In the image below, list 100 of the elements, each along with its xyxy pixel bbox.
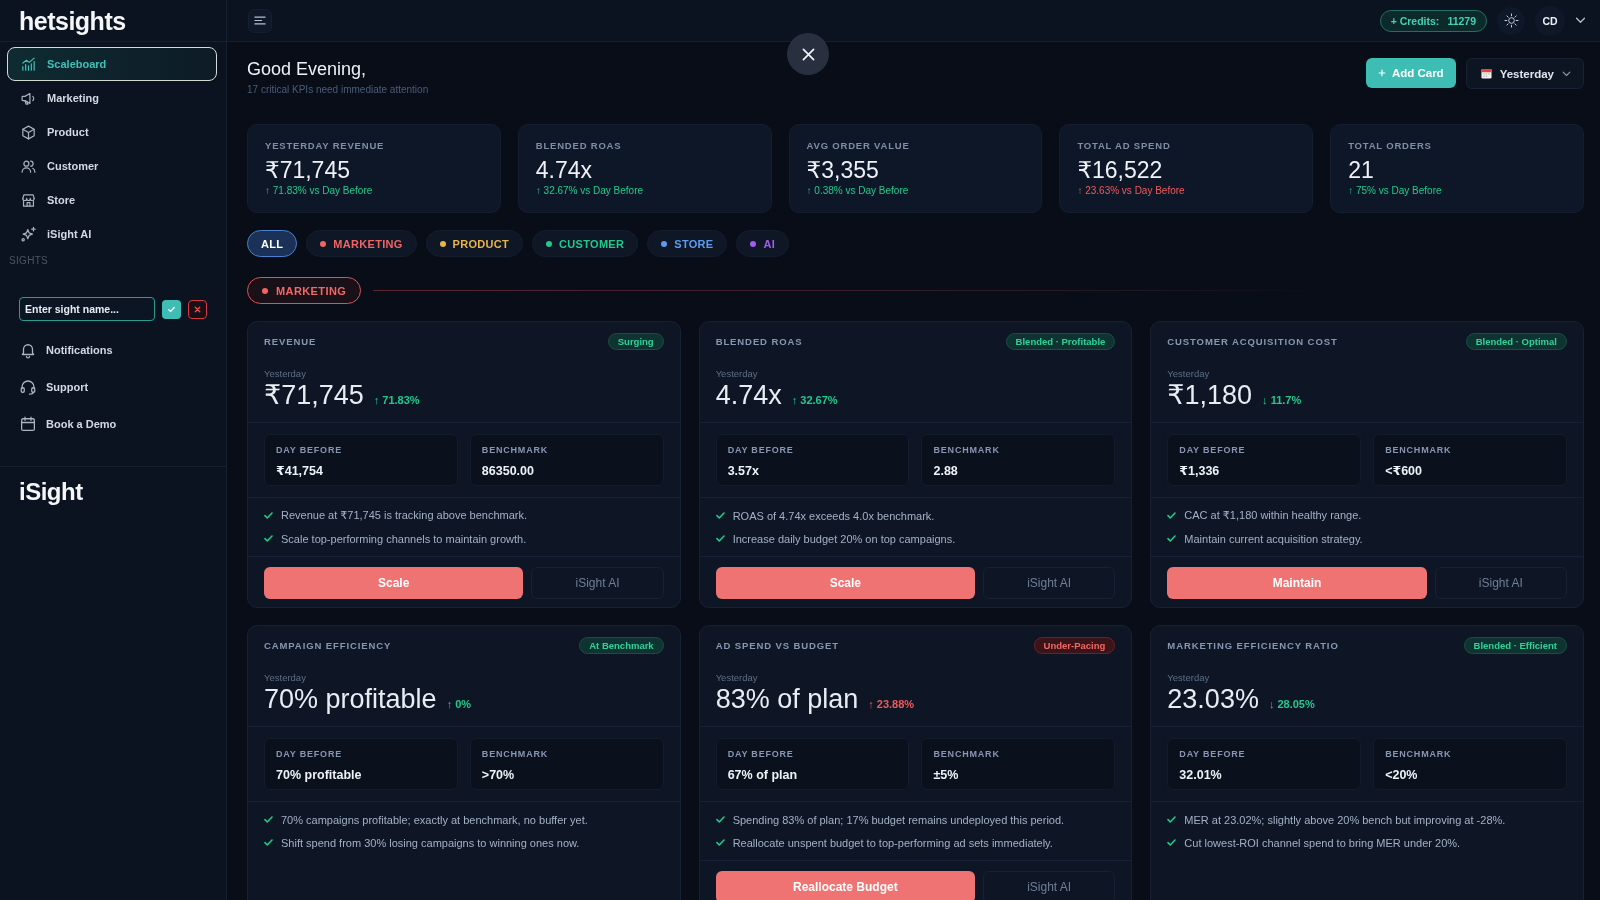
metric-change: ↑ 23.88%: [868, 698, 915, 710]
ai-button[interactable]: iSight AI: [983, 567, 1116, 599]
ai-button[interactable]: iSight AI: [1434, 567, 1567, 599]
chart-icon: [20, 55, 37, 73]
nav-item[interactable]: Product: [7, 115, 217, 149]
credits-button[interactable]: + Credits: 11279: [1379, 9, 1487, 32]
check-icon: [264, 839, 273, 846]
stat-label: BENCHMARK: [1385, 748, 1453, 760]
period-label: Yesterday: [1167, 368, 1211, 380]
nav-item[interactable]: Customer: [7, 149, 217, 183]
nav-item[interactable]: iSight AI: [7, 217, 217, 251]
stat-value: 70% profitable: [276, 768, 363, 783]
card-title: MARKETING EFFICIENCY RATIO: [1167, 640, 1339, 651]
close-button[interactable]: [787, 33, 829, 75]
insight-text: Increase daily budget 20% on top campaigns.: [732, 532, 956, 545]
box-icon: [20, 123, 37, 141]
filter-chip[interactable]: PRODUCT: [425, 230, 524, 257]
storefront-icon: [20, 191, 37, 209]
status-badge: At Benchmark: [579, 637, 664, 654]
sparkles-icon: [20, 225, 37, 243]
period-label: Yesterday: [264, 672, 307, 684]
nav-item[interactable]: Store: [7, 183, 217, 217]
kpi-change: ↑ 75% vs Day Before: [1348, 184, 1443, 197]
stat-label: BENCHMARK: [933, 748, 1001, 760]
nav-item[interactable]: Scaleboard: [7, 47, 217, 81]
stat-label: DAY BEFORE: [1179, 748, 1247, 760]
sight-name-field[interactable]: Enter sight name...: [19, 297, 155, 321]
insight-text: Shift spend from 30% losing campaigns to winning ones now.: [281, 836, 580, 849]
kpi-label: BLENDED ROAS: [535, 140, 623, 152]
stat-value: ₹41,754: [276, 464, 324, 479]
filter-chip[interactable]: STORE: [647, 230, 728, 257]
status-badge: Blended · Optimal: [1465, 333, 1567, 350]
kpi-label: TOTAL ORDERS: [1348, 140, 1433, 152]
status-badge: Blended · Profitable: [1005, 333, 1116, 350]
kpi-label: AVG ORDER VALUE: [806, 140, 911, 152]
filter-chip[interactable]: AI: [736, 230, 790, 257]
check-icon: [715, 816, 725, 823]
stat-label: DAY BEFORE: [276, 748, 344, 760]
nav-item[interactable]: Notifications: [0, 331, 226, 368]
kpi-value: ₹3,355: [806, 156, 880, 184]
calendar-icon: [1480, 68, 1492, 79]
confirm-button[interactable]: [162, 299, 181, 319]
check-icon: [264, 535, 273, 542]
cancel-button[interactable]: [188, 299, 207, 319]
theme-button[interactable]: [1497, 6, 1525, 35]
check-icon: [264, 512, 273, 519]
card-title: CUSTOMER ACQUISITION COST: [1167, 336, 1338, 347]
insight-text: Revenue at ₹71,745 is tracking above benchmark.: [281, 509, 528, 522]
plus-icon: [1377, 69, 1386, 77]
chevron-down-icon[interactable]: [1575, 17, 1586, 24]
stat-value: >70%: [481, 768, 516, 783]
stat-value: 67% of plan: [727, 768, 799, 783]
period-label: Yesterday: [715, 368, 759, 380]
status-badge: Under-Pacing: [1033, 637, 1116, 654]
stat-label: DAY BEFORE: [276, 444, 344, 456]
filter-chip[interactable]: MARKETING: [306, 230, 417, 257]
check-icon: [1167, 816, 1177, 823]
kpi-label: TOTAL AD SPEND: [1077, 140, 1172, 152]
metric-value: 83% of plan: [715, 684, 859, 714]
check-icon: [1167, 512, 1177, 519]
stat-value: 3.57x: [727, 464, 760, 479]
filter-chip[interactable]: CUSTOMER: [532, 230, 639, 257]
kpi-value: 21: [1348, 156, 1375, 184]
insight-text: Maintain current acquisition strategy.: [1184, 532, 1363, 545]
kpi-value: 4.74x: [535, 156, 594, 184]
insight-text: ROAS of 4.74x exceeds 4.0x benchmark.: [732, 509, 935, 522]
period-label: Yesterday: [1167, 672, 1211, 684]
kpi-value: ₹71,745: [265, 156, 351, 184]
ai-button[interactable]: iSight AI: [531, 567, 664, 599]
brand-wordmark: iSight: [19, 478, 83, 505]
chevron-down-icon: [1562, 70, 1571, 77]
stat-value: 32.01%: [1179, 768, 1223, 783]
period-label: Yesterday: [264, 368, 307, 380]
metric-value: ₹1,180: [1167, 380, 1253, 410]
filter-chip[interactable]: ALL: [247, 230, 298, 257]
kpi-change: ↑ 32.67% vs Day Before: [535, 184, 645, 197]
insight-text: MER at 23.02%; slightly above 20% bench but improving at -28%.: [1184, 813, 1506, 826]
metric-change: ↑ 71.83%: [373, 394, 420, 406]
dot-icon: [262, 287, 268, 294]
stat-value: 2.88: [933, 464, 959, 479]
menu-button[interactable]: [248, 8, 272, 33]
close-icon: [193, 304, 202, 314]
ai-button[interactable]: iSight AI: [983, 871, 1116, 900]
nav-item[interactable]: Marketing: [7, 81, 217, 115]
date-range-dropdown[interactable]: Yesterday: [1465, 58, 1584, 89]
kpi-change: ↑ 0.38% vs Day Before: [806, 184, 910, 197]
kpi-label: YESTERDAY REVENUE: [265, 140, 386, 152]
status-badge: Blended · Efficient: [1463, 637, 1567, 654]
period-label: Yesterday: [715, 672, 759, 684]
metric-value: 4.74x: [715, 380, 782, 410]
user-avatar[interactable]: CD: [1535, 5, 1565, 36]
insight-text: 70% campaigns profitable; exactly at benchmark, no buffer yet.: [281, 813, 588, 826]
stat-label: DAY BEFORE: [727, 444, 795, 456]
brand-logo: hetsights: [19, 5, 126, 36]
insight-text: Scale top-performing channels to maintain growth.: [281, 532, 527, 545]
headset-icon: [19, 377, 37, 396]
nav-item[interactable]: Book a Demo: [0, 405, 226, 442]
nav-item[interactable]: Support: [0, 368, 226, 405]
stat-label: BENCHMARK: [1385, 444, 1453, 456]
check-icon: [264, 816, 273, 823]
